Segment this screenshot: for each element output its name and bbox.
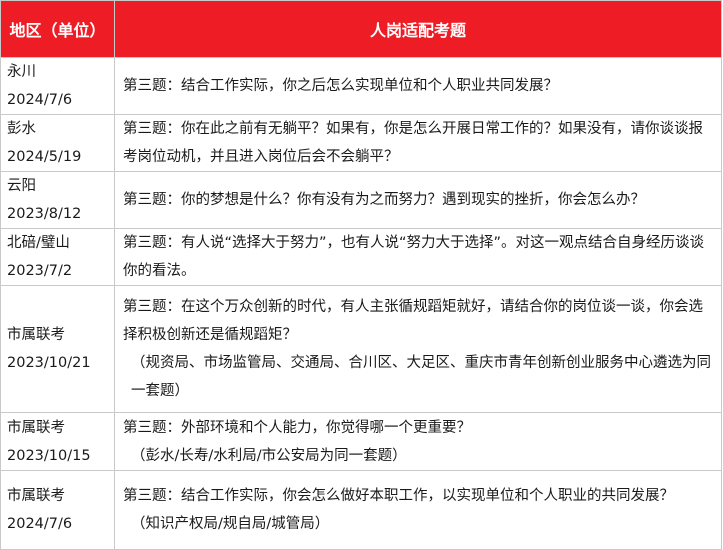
exam-date: 2023/10/15	[7, 447, 91, 464]
question-text: 第三题：你的梦想是什么？你有没有为之而努力？遇到现实的挫折，你会怎么办？	[123, 192, 645, 208]
question-text: 第三题：外部环境和个人能力，你觉得哪一个更重要？	[123, 419, 471, 436]
table-row: 北碚/璧山 2023/7/2 第三题：有人说“选择大于努力”，也有人说“努力大于…	[0, 228, 722, 286]
region-cell: 市属联考 2023/10/15	[0, 412, 115, 471]
exam-date: 2023/8/12	[7, 206, 82, 222]
region-cell: 北碚/璧山 2023/7/2	[0, 228, 115, 286]
question-note: （知识产权局/规自局/城管局）	[131, 516, 330, 532]
table-header-row: 地区（单位） 人岗适配考题	[0, 0, 722, 58]
question-cell: 第三题：你在此之前有无躺平？如果有，你是怎么开展日常工作的？如果没有，请你谈谈报…	[114, 114, 722, 172]
question-cell: 第三题：结合工作实际，你之后怎么实现单位和个人职业共同发展？	[114, 57, 722, 115]
table-row: 彭水 2024/5/19 第三题：你在此之前有无躺平？如果有，你是怎么开展日常工…	[0, 114, 722, 172]
header-topic: 人岗适配考题	[114, 0, 722, 58]
region-cell: 市属联考 2023/10/21	[0, 285, 115, 413]
region-name: 永川	[7, 64, 36, 80]
table-row: 市属联考 2023/10/21 第三题：在这个万众创新的时代，有人主张循规蹈矩就…	[0, 285, 722, 413]
question-cell: 第三题：结合工作实际，你会怎么做好本职工作，以实现单位和个人职业的共同发展？ （…	[114, 470, 722, 550]
exam-date: 2023/10/21	[7, 355, 91, 371]
question-text: 第三题：你在此之前有无躺平？如果有，你是怎么开展日常工作的？如果没有，请你谈谈报…	[123, 121, 703, 165]
table-row: 云阳 2023/8/12 第三题：你的梦想是什么？你有没有为之而努力？遇到现实的…	[0, 171, 722, 229]
question-cell: 第三题：外部环境和个人能力，你觉得哪一个更重要？ （彭水/长寿/水利局/市公安局…	[114, 412, 722, 471]
region-cell: 永川 2024/7/6	[0, 57, 115, 115]
region-name: 市属联考	[7, 419, 65, 436]
region-name: 彭水	[7, 121, 36, 137]
question-text: 第三题：在这个万众创新的时代，有人主张循规蹈矩就好，请结合你的岗位谈一谈，你会选…	[123, 299, 703, 343]
exam-date: 2023/7/2	[7, 263, 73, 279]
region-name: 市属联考	[7, 488, 65, 504]
question-note: （规资局、市场监管局、交通局、合川区、大足区、重庆市青年创新创业服务中心遴选为同…	[131, 355, 711, 399]
exam-date: 2024/7/6	[7, 92, 73, 108]
exam-question-table: 地区（单位） 人岗适配考题 永川 2024/7/6 第三题：结合工作实际，你之后…	[0, 0, 722, 550]
region-name: 云阳	[7, 178, 36, 194]
region-cell: 云阳 2023/8/12	[0, 171, 115, 229]
question-cell: 第三题：你的梦想是什么？你有没有为之而努力？遇到现实的挫折，你会怎么办？	[114, 171, 722, 229]
table-row: 市属联考 2023/10/15 第三题：外部环境和个人能力，你觉得哪一个更重要？…	[0, 412, 722, 471]
region-cell: 市属联考 2024/7/6	[0, 470, 115, 550]
exam-date: 2024/5/19	[7, 149, 82, 165]
region-name: 市属联考	[7, 327, 65, 343]
region-name: 北碚/璧山	[7, 235, 70, 251]
question-text: 第三题：结合工作实际，你之后怎么实现单位和个人职业共同发展？	[123, 78, 558, 94]
region-cell: 彭水 2024/5/19	[0, 114, 115, 172]
question-cell: 第三题：在这个万众创新的时代，有人主张循规蹈矩就好，请结合你的岗位谈一谈，你会选…	[114, 285, 722, 413]
question-text: 第三题：有人说“选择大于努力”，也有人说“努力大于选择”。对这一观点结合自身经历…	[123, 235, 705, 279]
question-note: （彭水/长寿/水利局/市公安局为同一套题）	[131, 447, 407, 464]
question-text: 第三题：结合工作实际，你会怎么做好本职工作，以实现单位和个人职业的共同发展？	[123, 488, 674, 504]
table-row: 市属联考 2024/7/6 第三题：结合工作实际，你会怎么做好本职工作，以实现单…	[0, 470, 722, 550]
header-region: 地区（单位）	[0, 0, 115, 58]
table-row: 永川 2024/7/6 第三题：结合工作实际，你之后怎么实现单位和个人职业共同发…	[0, 57, 722, 115]
exam-date: 2024/7/6	[7, 516, 73, 532]
question-cell: 第三题：有人说“选择大于努力”，也有人说“努力大于选择”。对这一观点结合自身经历…	[114, 228, 722, 286]
